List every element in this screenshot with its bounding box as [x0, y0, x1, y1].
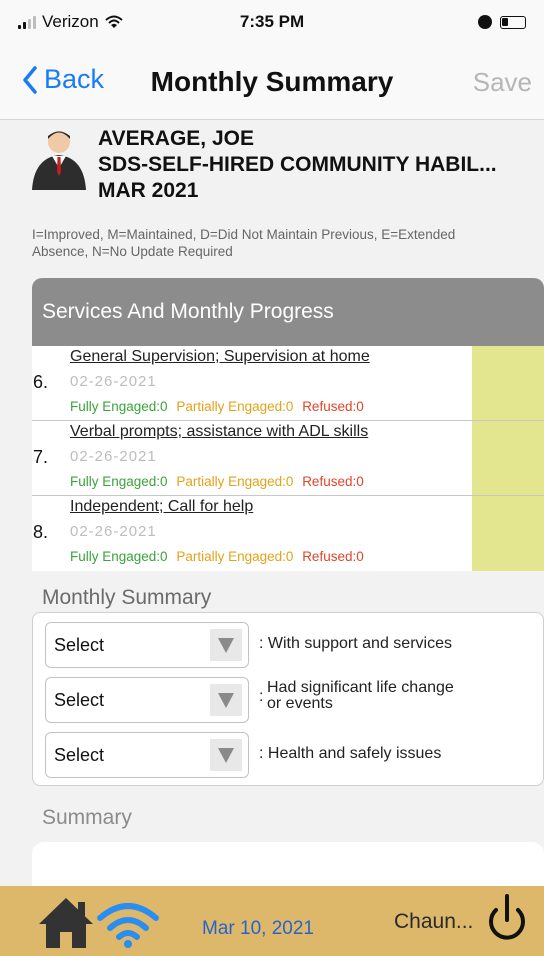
alarm-icon	[478, 15, 492, 29]
home-icon[interactable]	[36, 894, 96, 950]
support-services-text: : With support and services	[259, 635, 452, 652]
fully-engaged-count: Fully Engaged:0	[70, 399, 168, 414]
support-services-row: Select : With support and services	[45, 622, 535, 668]
life-change-row: Select : Had significant life change or …	[45, 677, 535, 723]
service-number: 6.	[33, 372, 49, 392]
chevron-left-icon	[23, 65, 37, 94]
nav-bar: Back Monthly Summary Save	[0, 44, 544, 120]
refused-count: Refused:0	[302, 474, 364, 489]
partially-engaged-count: Partially Engaged:0	[176, 399, 294, 414]
dropdown-arrow-icon	[210, 739, 242, 771]
fully-engaged-count: Fully Engaged:0	[70, 549, 168, 564]
progress-status-bar[interactable]	[472, 346, 544, 420]
patient-program: SDS-SELF-HIRED COMMUNITY HABIL...	[98, 153, 497, 176]
progress-status-bar[interactable]	[472, 421, 544, 495]
refused-count: Refused:0	[302, 549, 364, 564]
life-change-line1: Had significant life change	[267, 679, 454, 696]
partially-engaged-count: Partially Engaged:0	[176, 549, 294, 564]
service-number: 7.	[33, 447, 49, 467]
carrier-name: Verizon	[42, 12, 99, 31]
service-stats: Fully Engaged:0 Partially Engaged:0 Refu…	[70, 474, 364, 489]
service-date: 02-26-2021	[70, 373, 157, 390]
back-button[interactable]: Back	[22, 64, 104, 95]
wifi-icon	[97, 903, 159, 948]
status-bar: Verizon 7:35 PM	[0, 0, 544, 44]
power-icon[interactable]	[482, 890, 532, 946]
support-services-select[interactable]: Select	[45, 622, 249, 668]
patient-name: AVERAGE, JOE	[98, 127, 254, 150]
dropdown-arrow-icon	[210, 629, 242, 661]
select-value: Select	[54, 745, 105, 765]
progress-legend: I=Improved, M=Maintained, D=Did Not Main…	[32, 227, 456, 259]
service-date: 02-26-2021	[70, 523, 157, 540]
service-stats: Fully Engaged:0 Partially Engaged:0 Refu…	[70, 399, 364, 414]
footer-user[interactable]: Chaun...	[394, 910, 473, 934]
patient-info: AVERAGE, JOE SDS-SELF-HIRED COMMUNITY HA…	[98, 126, 497, 204]
fully-engaged-count: Fully Engaged:0	[70, 474, 168, 489]
service-name-link[interactable]: Independent; Call for help	[70, 498, 253, 516]
partially-engaged-count: Partially Engaged:0	[176, 474, 294, 489]
life-change-line2: or events	[267, 695, 333, 712]
service-name-link[interactable]: General Supervision; Supervision at home	[70, 348, 370, 366]
service-row[interactable]: 8. Independent; Call for help 02-26-2021…	[32, 496, 544, 571]
carrier-group: Verizon	[18, 12, 123, 32]
monthly-summary-label: Monthly Summary	[42, 586, 212, 609]
life-change-select[interactable]: Select	[45, 677, 249, 723]
signal-icon	[18, 15, 36, 29]
select-value: Select	[54, 690, 105, 710]
footer-date: Mar 10, 2021	[202, 918, 314, 939]
status-right	[478, 15, 526, 29]
progress-status-bar[interactable]	[472, 496, 544, 571]
service-row[interactable]: 6. General Supervision; Supervision at h…	[32, 346, 544, 421]
avatar	[32, 131, 86, 190]
health-safety-text: : Health and safely issues	[259, 745, 442, 762]
life-change-colon: :	[259, 688, 264, 705]
service-date: 02-26-2021	[70, 448, 157, 465]
back-label: Back	[44, 64, 105, 94]
select-value: Select	[54, 635, 105, 655]
services-header: Services And Monthly Progress	[32, 278, 544, 346]
wifi-status-icon	[105, 15, 123, 28]
refused-count: Refused:0	[302, 399, 364, 414]
service-number: 8.	[33, 522, 49, 542]
health-safety-row: Select : Health and safely issues	[45, 732, 535, 778]
save-button[interactable]: Save	[473, 67, 532, 98]
summary-label: Summary	[42, 806, 132, 829]
footer-bar: Mar 10, 2021 Chaun...	[0, 886, 544, 956]
dropdown-arrow-icon	[210, 684, 242, 716]
service-row[interactable]: 7. Verbal prompts; assistance with ADL s…	[32, 421, 544, 496]
service-name-link[interactable]: Verbal prompts; assistance with ADL skil…	[70, 423, 368, 441]
monthly-summary-card: Select : With support and services Selec…	[32, 612, 544, 786]
services-section: Services And Monthly Progress 6. General…	[32, 278, 544, 571]
life-change-text: : Had significant life change or events	[259, 680, 454, 712]
service-stats: Fully Engaged:0 Partially Engaged:0 Refu…	[70, 549, 364, 564]
health-safety-select[interactable]: Select	[45, 732, 249, 778]
patient-period: MAR 2021	[98, 179, 199, 202]
battery-icon	[500, 15, 526, 29]
